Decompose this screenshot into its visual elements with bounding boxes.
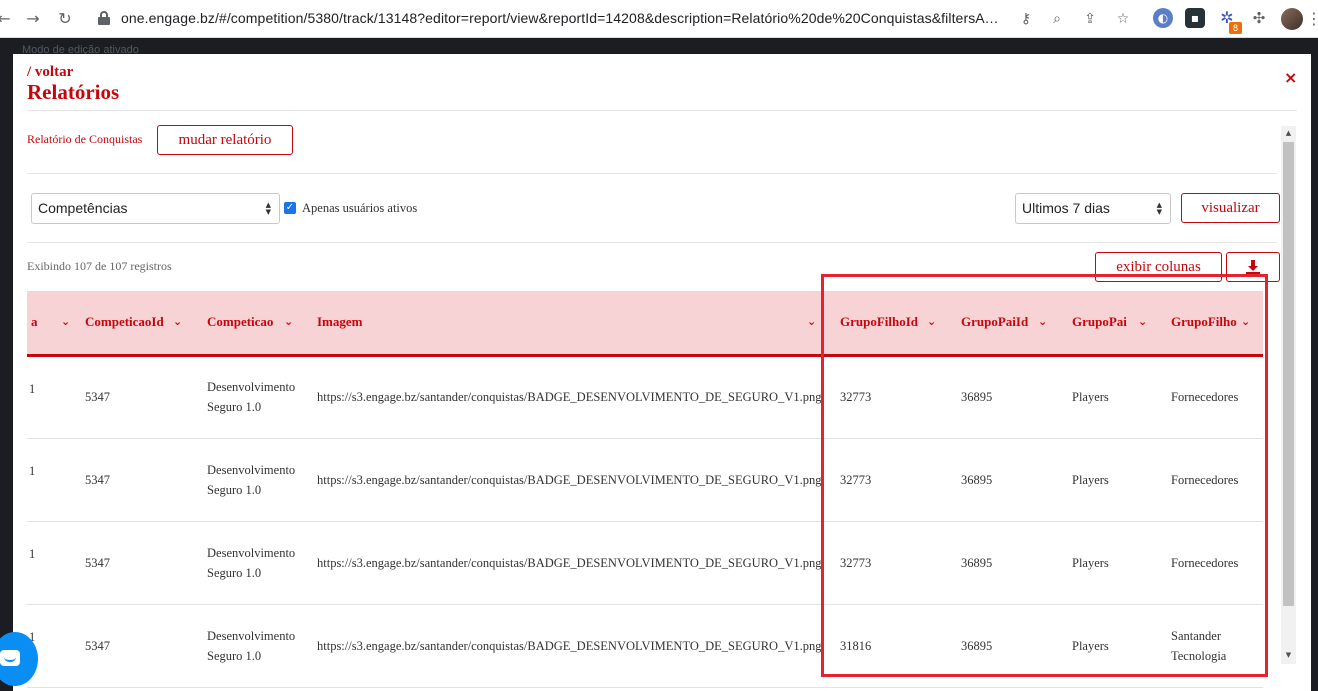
table-cell: Desenvolvimento Seguro 1.0 <box>199 604 309 688</box>
category-select[interactable]: Competências ▲ ▼ <box>31 193 280 224</box>
report-table: a ⌄ CompeticaoId ⌄ Competicao ⌄ Imagem ⌄ Gru… <box>27 291 1263 691</box>
key-icon[interactable]: ⚷ <box>1016 9 1036 29</box>
report-name: Relatório de Conquistas <box>27 132 143 146</box>
table-cell: 36895 <box>953 604 1064 688</box>
active-users-checkbox[interactable]: ✓ <box>284 202 296 214</box>
reload-icon[interactable]: ↻ <box>55 9 75 29</box>
column-header[interactable]: Imagem ⌄ <box>309 291 832 357</box>
column-header[interactable]: GrupoPaiId ⌄ <box>953 291 1064 357</box>
extension-terminal-icon[interactable]: ▪ <box>1185 8 1205 28</box>
view-button[interactable]: visualizar <box>1181 193 1280 223</box>
table-cell: Players <box>1064 604 1163 688</box>
lock-icon <box>98 11 110 25</box>
column-header[interactable]: GrupoFilho ⌄ <box>1163 291 1263 357</box>
back-arrow-icon[interactable]: ← <box>0 9 14 29</box>
chat-icon <box>0 650 20 666</box>
table-row: 1 5347 Desenvolvimento Seguro 1.0 https:… <box>27 521 1263 605</box>
column-header[interactable]: a ⌄ <box>27 291 77 357</box>
chevron-down-icon[interactable]: ⌄ <box>927 315 941 329</box>
chevron-down-icon[interactable]: ⌄ <box>807 315 821 329</box>
table-header-row: a ⌄ CompeticaoId ⌄ Competicao ⌄ Imagem ⌄ Gru… <box>27 291 1263 357</box>
chevron-down-icon[interactable]: ⌄ <box>1038 315 1052 329</box>
download-button[interactable] <box>1226 252 1280 282</box>
scroll-up-icon[interactable]: ▲ <box>1281 126 1296 140</box>
table-cell: 5347 <box>77 604 199 688</box>
column-header[interactable]: GrupoPai ⌄ <box>1064 291 1163 357</box>
page-title: Relatórios <box>27 80 120 104</box>
chevron-down-icon[interactable]: ⌄ <box>284 315 298 329</box>
table-cell: https://s3.engage.bz/santander/conquista… <box>309 604 832 688</box>
table-cell: 1 <box>29 546 36 561</box>
table-cell: 5347 <box>77 438 199 522</box>
url-text[interactable]: one.engage.bz/#/competition/5380/track/1… <box>121 10 1001 28</box>
table-cell: 31816 <box>832 604 953 688</box>
table-cell: Fornecedores <box>1163 438 1263 522</box>
table-cell: 5347 <box>77 355 199 439</box>
table-cell: https://s3.engage.bz/santander/conquista… <box>309 521 832 605</box>
records-count: Exibindo 107 de 107 registros <box>27 259 172 273</box>
select-arrows-icon: ▲ ▼ <box>1156 201 1162 216</box>
divider <box>27 242 1277 243</box>
table-cell: Desenvolvimento Seguro 1.0 <box>199 355 309 439</box>
download-icon <box>1246 260 1260 274</box>
share-icon[interactable]: ⇪ <box>1080 9 1100 29</box>
table-cell: Players <box>1064 355 1163 439</box>
table-cell: https://s3.engage.bz/santander/conquista… <box>309 355 832 439</box>
table-cell: 1 <box>29 463 36 478</box>
table-row: 1 5347 Desenvolvimento Seguro 1.0 https:… <box>27 355 1263 439</box>
table-cell: Players <box>1064 521 1163 605</box>
menu-kebab-icon[interactable]: ⋮ <box>1306 9 1318 29</box>
divider <box>27 110 1297 111</box>
divider <box>27 173 1277 174</box>
bookmark-star-icon[interactable]: ☆ <box>1113 9 1133 29</box>
table-cell: Santander Tecnologia <box>1163 604 1263 688</box>
zoom-icon[interactable]: ⌕ <box>1047 9 1067 29</box>
close-icon[interactable]: × <box>1284 68 1297 87</box>
chevron-down-icon[interactable]: ⌄ <box>1138 315 1152 329</box>
show-columns-button[interactable]: exibir colunas <box>1095 252 1222 282</box>
table-cell: Fornecedores <box>1163 355 1263 439</box>
table-cell: Desenvolvimento Seguro 1.0 <box>199 521 309 605</box>
table-cell: 36895 <box>953 521 1064 605</box>
column-header[interactable]: CompeticaoId ⌄ <box>77 291 199 357</box>
forward-arrow-icon[interactable]: → <box>23 9 43 29</box>
table-cell: 32773 <box>832 438 953 522</box>
column-header[interactable]: Competicao ⌄ <box>199 291 309 357</box>
table-cell: Desenvolvimento Seguro 1.0 <box>199 438 309 522</box>
table-cell: Players <box>1064 438 1163 522</box>
extension-icon[interactable]: ◐ <box>1153 8 1173 28</box>
chevron-down-icon[interactable]: ⌄ <box>1241 315 1255 329</box>
scroll-down-icon[interactable]: ▼ <box>1281 648 1296 662</box>
table-cell: https://s3.engage.bz/santander/conquista… <box>309 438 832 522</box>
period-select-value: Ultimos 7 dias <box>1022 200 1110 216</box>
period-select[interactable]: Ultimos 7 dias ▲ ▼ <box>1015 193 1171 224</box>
back-link[interactable]: / voltar <box>27 64 73 81</box>
profile-avatar[interactable] <box>1281 8 1303 30</box>
scrollbar-thumb[interactable] <box>1283 142 1294 606</box>
table-cell: 32773 <box>832 521 953 605</box>
table-cell: 1 <box>29 381 36 396</box>
change-report-button[interactable]: mudar relatório <box>157 125 293 155</box>
table-cell: 36895 <box>953 438 1064 522</box>
table-cell: 36895 <box>953 355 1064 439</box>
address-bar[interactable]: one.engage.bz/#/competition/5380/track/1… <box>88 5 1148 33</box>
browser-toolbar: ← → ↻ one.engage.bz/#/competition/5380/t… <box>0 0 1318 38</box>
chevron-down-icon[interactable]: ⌄ <box>61 315 75 329</box>
puzzle-icon[interactable]: ✣ <box>1249 8 1269 28</box>
chevron-down-icon[interactable]: ⌄ <box>173 315 187 329</box>
table-cell: Fornecedores <box>1163 521 1263 605</box>
extension-badge: 8 <box>1229 22 1242 34</box>
reports-modal: / voltar Relatórios × Relatório de Conqu… <box>13 54 1311 691</box>
table-row: 1 5347 Desenvolvimento Seguro 1.0 https:… <box>27 604 1263 688</box>
select-arrows-icon: ▲ ▼ <box>265 201 271 216</box>
table-row: 1 5347 Desenvolvimento Seguro 1.0 https:… <box>27 438 1263 522</box>
category-select-value: Competências <box>38 200 128 216</box>
column-header[interactable]: GrupoFilhoId ⌄ <box>832 291 953 357</box>
table-cell: 5347 <box>77 521 199 605</box>
table-cell: 32773 <box>832 355 953 439</box>
active-users-label: Apenas usuários ativos <box>302 201 418 215</box>
